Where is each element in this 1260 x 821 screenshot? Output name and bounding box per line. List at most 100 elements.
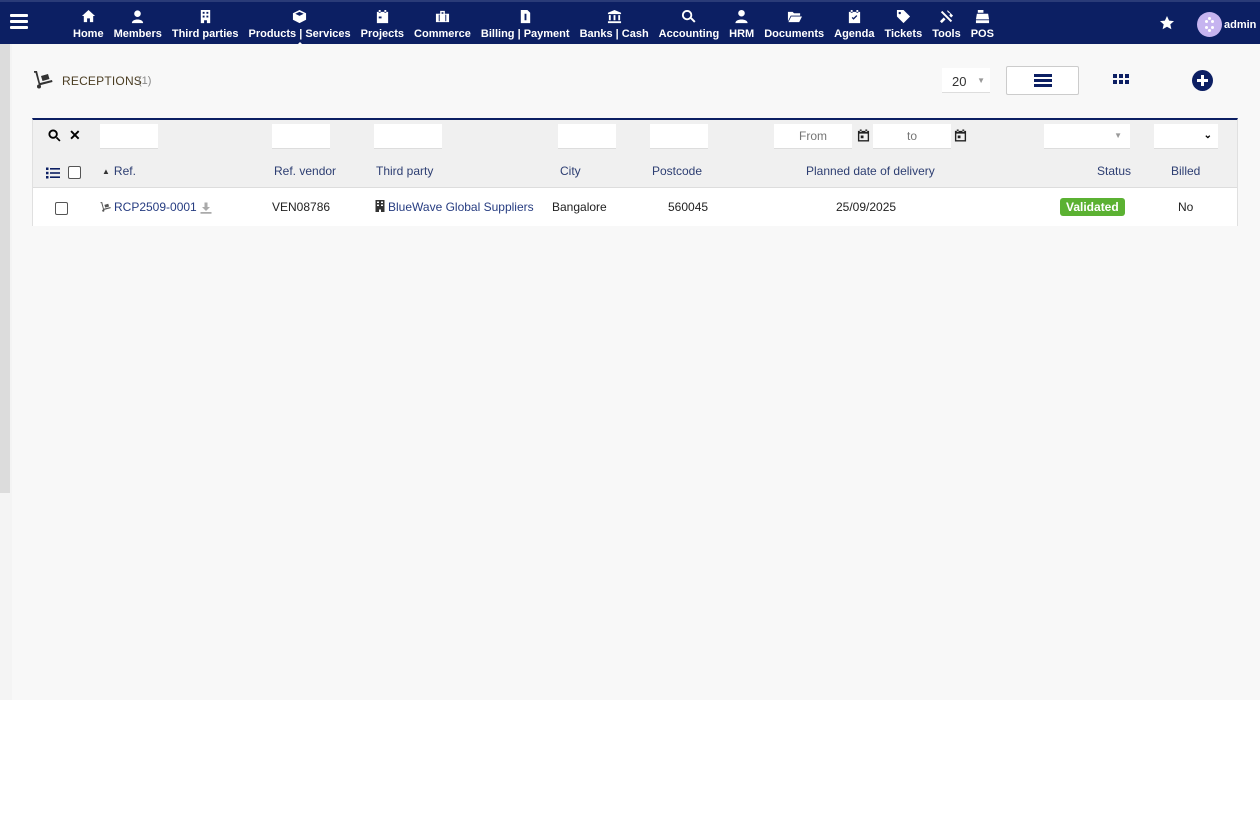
calendar-icon[interactable] <box>857 129 870 142</box>
filter-ref-input[interactable] <box>100 124 158 149</box>
grid-icon <box>1113 74 1129 84</box>
nav-label: Documents <box>764 28 825 40</box>
reception-ref-link[interactable]: RCP2509-0001 <box>114 200 197 214</box>
column-header-label: Ref. <box>113 164 136 178</box>
nav-item-accounting[interactable]: Accounting <box>654 2 725 44</box>
column-header-ref-vendor[interactable]: Ref. vendor <box>274 164 336 178</box>
caret-down-icon: ▼ <box>1114 131 1122 140</box>
nav-item-pos[interactable]: POS <box>966 2 999 44</box>
nav-item-banks-cash[interactable]: Banks | Cash <box>575 2 654 44</box>
third-party-link[interactable]: BlueWave Global Suppliers <box>388 200 534 214</box>
column-header-planned-date[interactable]: Planned date of delivery <box>806 164 935 178</box>
nav-label: Products | Services <box>248 28 351 40</box>
filter-ref-vendor-input[interactable] <box>272 124 330 149</box>
home-icon <box>81 7 96 25</box>
left-scrollbar[interactable] <box>0 44 12 700</box>
cash-register-icon <box>975 7 990 25</box>
chevron-down-icon: ⌄ <box>1203 130 1212 141</box>
nav-item-products-services[interactable]: Products | Services <box>243 2 355 46</box>
list-icon <box>1033 72 1052 89</box>
nav-label: Third parties <box>171 28 239 40</box>
nav-item-documents[interactable]: Documents <box>759 2 829 44</box>
filter-postcode-input[interactable] <box>650 124 708 149</box>
filter-date-to-input[interactable] <box>873 124 951 149</box>
user-menu[interactable]: admin <box>1197 12 1256 37</box>
nav-label: Accounting <box>658 28 720 40</box>
avatar <box>1197 12 1222 37</box>
user-icon <box>130 7 145 25</box>
row-checkbox[interactable] <box>55 202 68 215</box>
search-icon[interactable] <box>48 129 62 143</box>
nav-item-members[interactable]: Members <box>109 2 167 44</box>
bank-icon <box>607 7 622 25</box>
page-title: RECEPTIONS <box>62 74 143 88</box>
column-header-postcode[interactable]: Postcode <box>652 164 702 178</box>
scrollbar-thumb[interactable] <box>0 44 10 493</box>
top-navbar: Home Members Third parties Products | Se… <box>0 0 1260 46</box>
user-name: admin <box>1224 18 1257 31</box>
hamburger-menu-icon[interactable] <box>10 14 28 30</box>
nav-label: POS <box>970 28 994 40</box>
calendar-icon[interactable] <box>954 129 967 142</box>
filter-date-from-input[interactable] <box>774 124 852 149</box>
cell-ref: RCP2509-0001 <box>99 200 212 214</box>
page-limit-select[interactable]: 20 ▼ <box>942 68 990 93</box>
cell-city: Bangalore <box>552 200 607 214</box>
kanban-view-button[interactable] <box>1112 71 1132 91</box>
nav-item-projects[interactable]: Projects <box>356 2 409 44</box>
cell-third-party: BlueWave Global Suppliers <box>375 200 534 214</box>
briefcase-icon <box>435 7 450 25</box>
nav-item-hrm[interactable]: HRM <box>724 2 759 44</box>
calendar-icon <box>375 7 390 25</box>
nav-item-agenda[interactable]: Agenda <box>829 2 879 44</box>
cell-postcode: 560045 <box>668 200 709 214</box>
column-header-status[interactable]: Status <box>1097 164 1131 178</box>
calendar-check-icon <box>847 7 862 25</box>
dolly-icon <box>32 69 54 89</box>
status-badge: Validated <box>1060 198 1125 216</box>
nav-label: Tools <box>932 28 961 40</box>
receptions-table: ✕ ▼ ⌄ ▲Ref. Ref. vendor Third party City… <box>32 118 1238 226</box>
filter-third-party-input[interactable] <box>374 124 442 149</box>
nav-label: Projects <box>360 28 405 40</box>
user-tie-icon <box>734 7 749 25</box>
bookmark-star-icon[interactable] <box>1159 15 1175 31</box>
nav-item-billing-payment[interactable]: Billing | Payment <box>476 2 575 44</box>
dolly-icon <box>99 201 112 212</box>
nav-item-commerce[interactable]: Commerce <box>409 2 476 44</box>
column-header-city[interactable]: City <box>560 164 581 178</box>
caret-down-icon: ▼ <box>977 76 985 85</box>
nav-item-home[interactable]: Home <box>68 2 109 44</box>
filter-billed-select[interactable]: ⌄ <box>1154 124 1218 149</box>
add-new-button[interactable] <box>1192 70 1213 91</box>
cell-planned-date: 25/09/2025 <box>836 200 897 214</box>
list-check-icon[interactable] <box>46 166 60 179</box>
filter-city-input[interactable] <box>558 124 616 149</box>
folder-icon <box>787 7 802 25</box>
building-icon <box>375 200 385 212</box>
column-header-third-party[interactable]: Third party <box>376 164 433 178</box>
nav-label: Agenda <box>834 28 875 40</box>
page-limit-value: 20 <box>952 74 967 89</box>
download-icon[interactable] <box>200 202 212 214</box>
filter-status-select[interactable]: ▼ <box>1044 124 1130 149</box>
list-header: RECEPTIONS (1) 20 ▼ <box>32 66 1242 96</box>
filter-row: ✕ ▼ ⌄ <box>33 120 1237 154</box>
column-header-billed[interactable]: Billed <box>1171 164 1200 178</box>
nav-label: Billing | Payment <box>480 28 570 40</box>
table-header-row: ▲ Ref. Ref. vendor Third party City Postc… <box>33 154 1237 188</box>
nav-label: Members <box>113 28 162 40</box>
nav-label: Home <box>73 28 104 40</box>
nav-item-third-parties[interactable]: Third parties <box>167 2 244 44</box>
cell-ref-vendor: VEN08786 <box>272 200 331 214</box>
nav-item-tickets[interactable]: Tickets <box>879 2 927 44</box>
clear-filters-icon[interactable]: ✕ <box>69 127 81 144</box>
column-header-ref[interactable]: ▲ Ref. <box>102 164 136 178</box>
select-all-checkbox[interactable] <box>68 166 81 179</box>
nav-item-tools[interactable]: Tools <box>927 2 966 44</box>
table-row[interactable]: RCP2509-0001 VEN08786 BlueWave Global Su… <box>33 189 1237 226</box>
nav-label: HRM <box>729 28 755 40</box>
invoice-icon <box>518 7 533 25</box>
nav-label: Tickets <box>884 28 923 40</box>
list-view-button[interactable] <box>1006 66 1079 95</box>
